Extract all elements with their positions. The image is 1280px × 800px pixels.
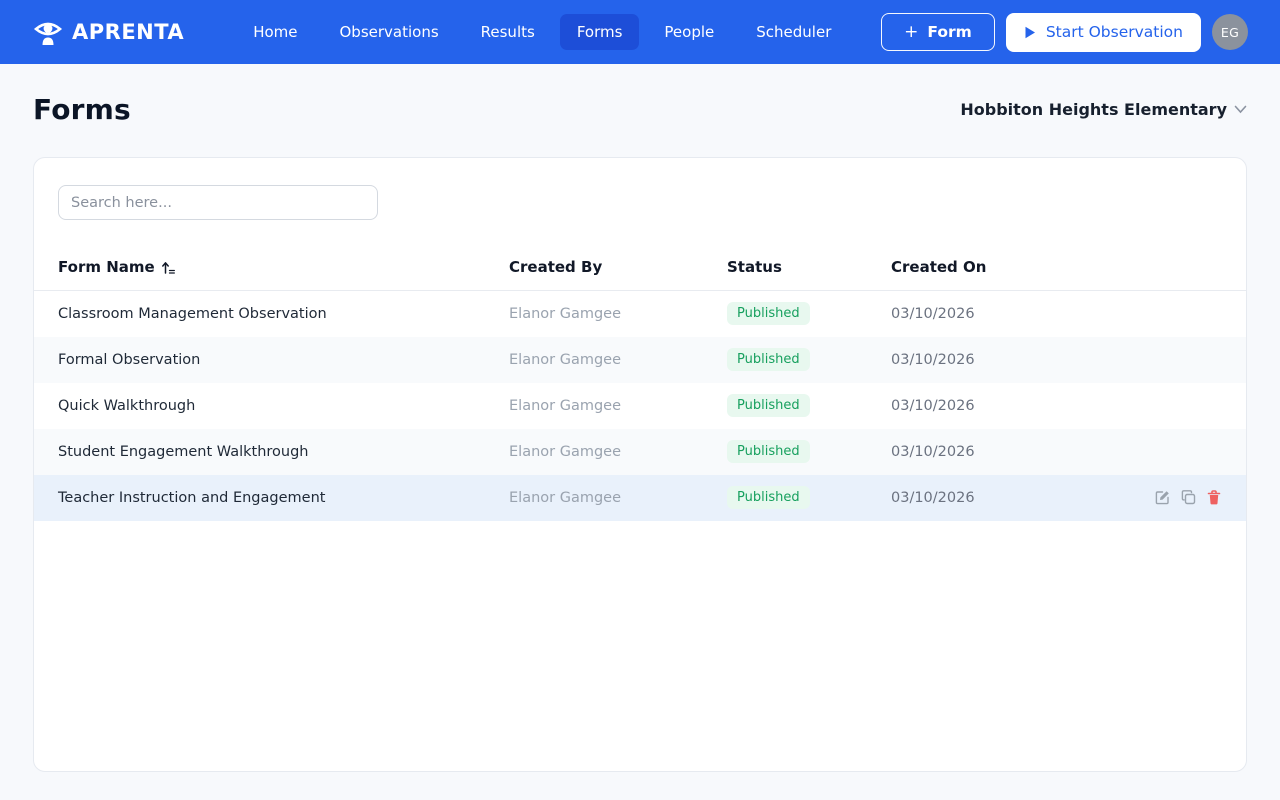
user-avatar[interactable]: EG <box>1212 14 1248 50</box>
nav-item-results[interactable]: Results <box>464 14 552 50</box>
start-observation-label: Start Observation <box>1045 23 1183 41</box>
nav-item-observations[interactable]: Observations <box>322 14 455 50</box>
form-name-cell[interactable]: Classroom Management Observation <box>34 291 509 337</box>
table-row[interactable]: Student Engagement Walkthrough Elanor Ga… <box>34 428 1246 475</box>
main-nav: Home Observations Results Forms People S… <box>236 14 881 50</box>
top-navbar: APRENTA Home Observations Results Forms … <box>0 0 1280 64</box>
form-name-cell[interactable]: Teacher Instruction and Engagement <box>34 475 509 521</box>
form-name-cell[interactable]: Student Engagement Walkthrough <box>34 429 509 475</box>
column-header-created-on[interactable]: Created On <box>891 246 1127 291</box>
nav-item-home[interactable]: Home <box>236 14 314 50</box>
column-header-created-by[interactable]: Created By <box>509 246 727 291</box>
created-by-cell: Elanor Gamgee <box>509 305 621 322</box>
created-on-cell: 03/10/2026 <box>891 489 975 506</box>
forms-table: Form Name Created By Status Created On C… <box>34 246 1246 521</box>
school-selector-value: Hobbiton Heights Elementary <box>960 100 1227 119</box>
play-icon <box>1024 26 1036 39</box>
table-row[interactable]: Formal Observation Elanor Gamgee Publish… <box>34 336 1246 383</box>
status-badge: Published <box>727 440 810 463</box>
status-badge: Published <box>727 486 810 509</box>
aprenta-eye-person-icon <box>33 17 63 47</box>
page-header: Forms Hobbiton Heights Elementary <box>0 64 1280 126</box>
plus-icon: + <box>904 21 919 42</box>
created-on-cell: 03/10/2026 <box>891 305 975 322</box>
created-by-cell: Elanor Gamgee <box>509 443 621 460</box>
nav-item-people[interactable]: People <box>647 14 731 50</box>
table-row[interactable]: Quick Walkthrough Elanor Gamgee Publishe… <box>34 383 1246 429</box>
chevron-down-icon <box>1234 105 1247 114</box>
created-on-cell: 03/10/2026 <box>891 443 975 460</box>
school-selector[interactable]: Hobbiton Heights Elementary <box>960 100 1247 119</box>
created-on-cell: 03/10/2026 <box>891 351 975 368</box>
created-on-cell: 03/10/2026 <box>891 397 975 414</box>
delete-icon[interactable] <box>1206 489 1222 506</box>
new-form-button-label: Form <box>927 23 972 41</box>
column-header-form-name[interactable]: Form Name <box>58 258 176 276</box>
table-row-hovered[interactable]: Teacher Instruction and Engagement Elano… <box>34 474 1246 521</box>
form-name-cell[interactable]: Quick Walkthrough <box>34 383 509 429</box>
search-input[interactable] <box>58 185 378 220</box>
created-by-cell: Elanor Gamgee <box>509 489 621 506</box>
table-header-row: Form Name Created By Status Created On <box>34 246 1246 291</box>
table-row[interactable]: Classroom Management Observation Elanor … <box>34 291 1246 337</box>
duplicate-icon[interactable] <box>1180 489 1197 506</box>
nav-item-scheduler[interactable]: Scheduler <box>739 14 848 50</box>
row-actions <box>1127 489 1246 506</box>
page-title: Forms <box>33 93 131 126</box>
nav-actions: + Form Start Observation EG <box>881 12 1248 52</box>
brand-name: APRENTA <box>72 20 185 44</box>
brand-logo[interactable]: APRENTA <box>33 17 184 47</box>
sort-ascending-icon <box>161 260 176 275</box>
status-badge: Published <box>727 302 810 326</box>
form-name-cell[interactable]: Formal Observation <box>34 337 509 383</box>
column-header-status[interactable]: Status <box>727 246 891 291</box>
created-by-cell: Elanor Gamgee <box>509 351 621 368</box>
edit-icon[interactable] <box>1154 489 1171 506</box>
created-by-cell: Elanor Gamgee <box>509 397 621 414</box>
status-badge: Published <box>727 348 810 371</box>
nav-item-forms[interactable]: Forms <box>559 14 640 50</box>
status-badge: Published <box>727 394 810 417</box>
new-form-button[interactable]: + Form <box>881 13 995 51</box>
forms-card: Form Name Created By Status Created On <box>33 157 1247 772</box>
start-observation-button[interactable]: Start Observation <box>1005 12 1201 52</box>
